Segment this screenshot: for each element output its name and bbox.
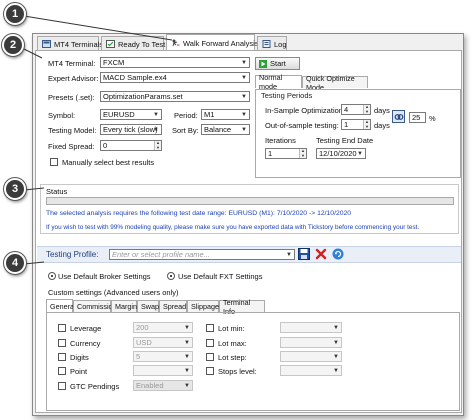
callout-2: 2 xyxy=(2,34,24,56)
callout-1: 1 xyxy=(4,3,26,25)
callout-3: 3 xyxy=(4,178,26,200)
callout-4: 4 xyxy=(4,252,26,274)
callout-connectors xyxy=(21,15,173,265)
